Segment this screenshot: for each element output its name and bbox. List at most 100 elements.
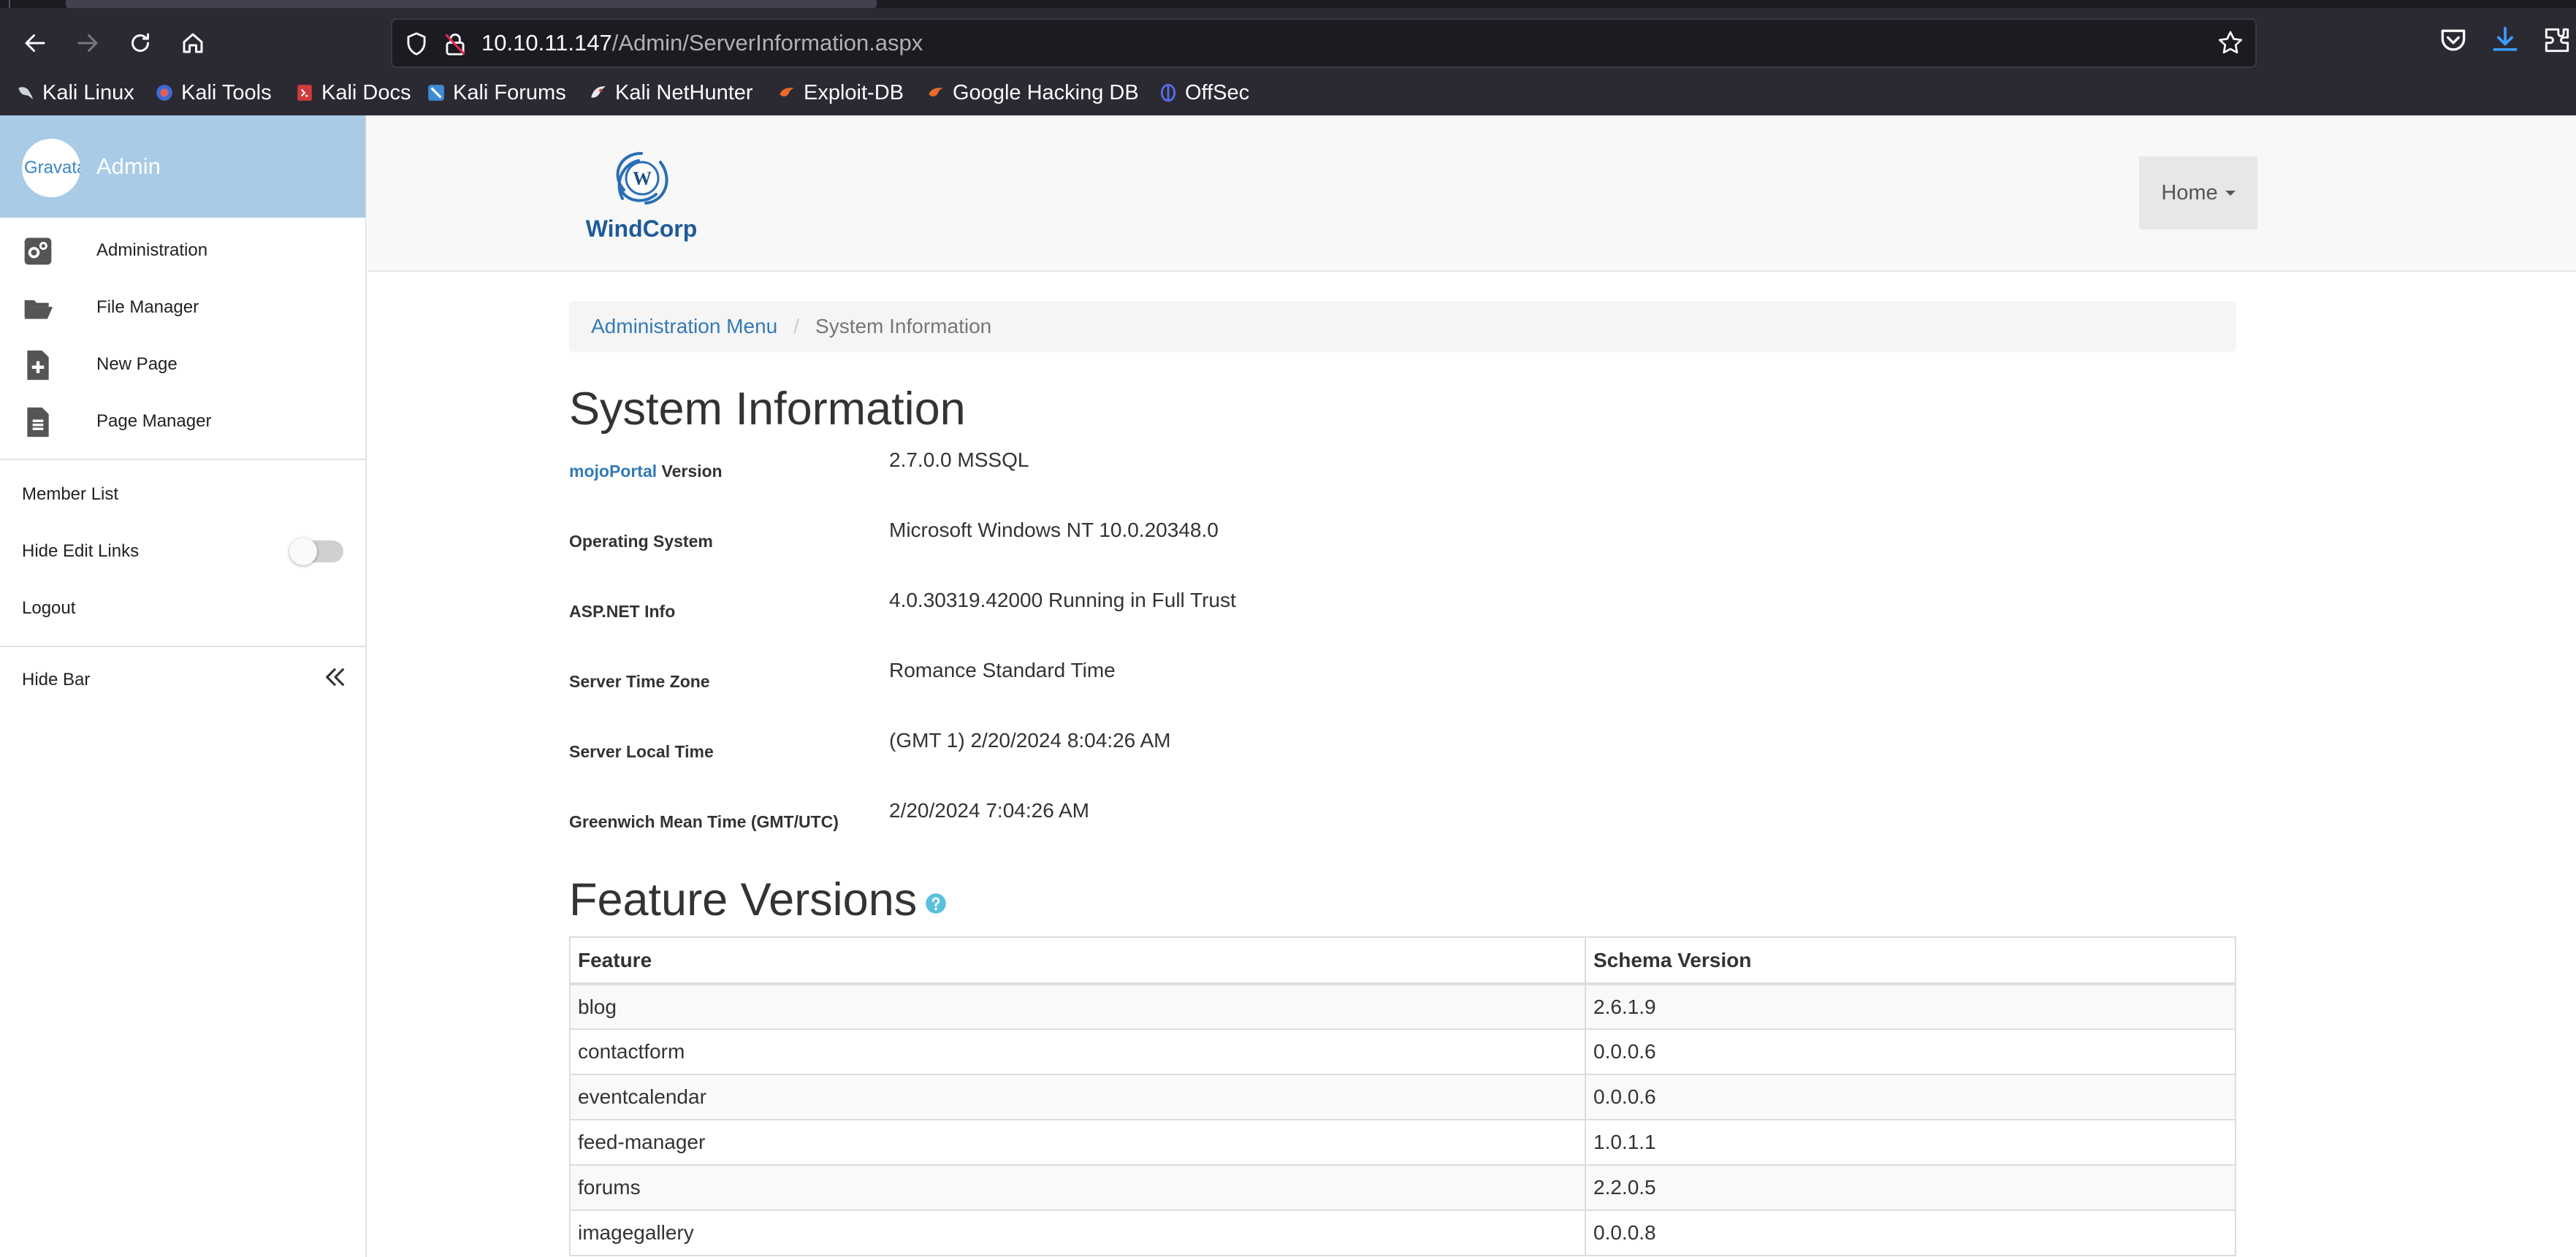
table-row: imagegallery 0.0.0.8 [569, 1210, 2236, 1256]
breadcrumb-separator: / [793, 315, 800, 337]
column-header-schema-version: Schema Version [1585, 936, 2236, 985]
kali-forums-icon [428, 85, 444, 101]
browser-chrome: 10.10.11.147/Admin/ServerInformation.asp… [0, 0, 2576, 115]
kali-docs-icon [297, 85, 312, 101]
reload-button[interactable] [120, 23, 161, 64]
sidebar-user-name[interactable]: Admin [96, 115, 161, 218]
info-value-aspnet: 4.0.30319.42000 Running in Full Trust [889, 589, 1236, 611]
feature-cell: blog [569, 983, 1586, 1030]
hide-edit-links-label: Hide Edit Links [22, 541, 140, 561]
caret-down-icon [2225, 190, 2236, 196]
table-row: contactform 0.0.0.6 [569, 1028, 2236, 1075]
insecure-lock-icon[interactable] [441, 30, 469, 58]
tab-strip [0, 0, 2576, 8]
help-icon[interactable] [925, 893, 947, 914]
sidebar-item-label: Administration [96, 240, 208, 260]
sidebar-item-label: New Page [96, 354, 178, 374]
double-chevron-left-icon[interactable] [323, 665, 348, 689]
mojoportal-link[interactable]: mojoPortal [569, 462, 657, 481]
active-tab[interactable] [66, 0, 877, 8]
exploit-db-icon [780, 88, 794, 97]
breadcrumb-admin-menu-link[interactable]: Administration Menu [591, 315, 777, 338]
admin-sidebar: Gravatar Admin Administration File Manag… [0, 115, 367, 1257]
info-value-version: 2.7.0.0 MSSQL [889, 448, 1029, 471]
sidebar-item-page-manager[interactable]: Page Manager [0, 393, 365, 450]
info-value-local-time: (GMT 1) 2/20/2024 8:04:26 AM [889, 729, 1171, 752]
avatar[interactable]: Gravatar [22, 139, 80, 197]
logo-text: WindCorp [586, 215, 698, 242]
breadcrumb-current: System Information [815, 315, 992, 337]
bookmark-kali-nethunter[interactable]: Kali NetHunter [589, 75, 753, 110]
sidebar-item-label: Page Manager [96, 411, 212, 431]
sidebar-divider [0, 459, 365, 460]
table-row: feed-manager 1.0.1.1 [569, 1119, 2236, 1166]
info-label-gmt: Greenwich Mean Time (GMT/UTC) [569, 812, 839, 831]
bookmark-kali-docs[interactable]: Kali Docs [295, 75, 411, 110]
sidebar-header: Gravatar Admin [0, 115, 365, 218]
schema-version-cell: 1.0.1.1 [1585, 1119, 2236, 1166]
feature-cell: forums [569, 1164, 1586, 1211]
info-value-gmt: 2/20/2024 7:04:26 AM [889, 799, 1089, 822]
back-arrow-icon [25, 34, 45, 52]
bookmarks-toolbar: Kali Linux Kali Tools Kali Docs Kali For… [0, 75, 2576, 115]
home-nav-button[interactable] [172, 23, 213, 64]
page-manager-icon [27, 407, 49, 438]
pocket-icon[interactable] [2437, 24, 2469, 56]
info-label-text: Version [657, 462, 723, 481]
kali-nethunter-icon [591, 86, 606, 98]
logo-mark: W [633, 168, 652, 189]
hide-bar-label[interactable]: Hide Bar [22, 652, 90, 708]
home-label: Home [2161, 180, 2218, 205]
bookmark-google-hacking-db[interactable]: Google Hacking DB [926, 75, 1139, 110]
url-text[interactable]: 10.10.11.147/Admin/ServerInformation.asp… [481, 20, 923, 66]
feature-versions-table: Feature Schema Version blog 2.6.1.9 cont… [569, 936, 2236, 1256]
bookmark-star-icon[interactable] [2216, 28, 2245, 58]
url-path: /Admin/ServerInformation.aspx [611, 30, 923, 56]
sidebar-divider [0, 646, 365, 647]
table-row: blog 2.6.1.9 [569, 983, 2236, 1030]
logout-link[interactable]: Logout [22, 580, 75, 637]
info-label-local-time: Server Local Time [569, 742, 714, 761]
table-header-row: Feature Schema Version [569, 936, 2236, 985]
bookmark-label: Kali Linux [42, 80, 134, 104]
feature-cell: feed-manager [569, 1119, 1586, 1166]
bookmark-label: Exploit-DB [804, 80, 904, 104]
schema-version-cell: 0.0.0.6 [1585, 1028, 2236, 1075]
tab-edge[interactable] [9, 0, 10, 8]
feature-cell: imagegallery [569, 1210, 1586, 1256]
info-value-os: Microsoft Windows NT 10.0.20348.0 [889, 519, 1219, 541]
home-icon [183, 33, 203, 53]
hide-edit-links-toggle[interactable] [289, 538, 343, 565]
forward-button[interactable] [67, 23, 108, 64]
sidebar-item-new-page[interactable]: New Page [0, 336, 365, 393]
offsec-icon [1160, 83, 1176, 102]
downloads-icon[interactable] [2489, 24, 2521, 56]
tracking-shield-icon[interactable] [403, 30, 430, 58]
info-label-version: mojoPortal Version [569, 462, 723, 481]
kali-dragon-icon [18, 87, 33, 99]
bookmark-kali-forums[interactable]: Kali Forums [427, 75, 566, 110]
bookmark-kali-linux[interactable]: Kali Linux [16, 75, 134, 110]
home-dropdown-button[interactable]: Home [2139, 156, 2257, 229]
bookmark-exploit-db[interactable]: Exploit-DB [777, 75, 904, 110]
extensions-icon[interactable] [2541, 24, 2573, 56]
forward-arrow-icon [77, 34, 98, 52]
info-label-aspnet: ASP.NET Info [569, 602, 676, 621]
feature-versions-title: Feature Versions [569, 874, 918, 925]
sidebar-item-administration[interactable]: Administration [0, 222, 365, 279]
feature-cell: contactform [569, 1028, 1586, 1075]
bookmark-label: Kali NetHunter [615, 80, 753, 104]
bookmark-label: Kali Forums [453, 80, 566, 104]
windcorp-logo[interactable]: W WindCorp [576, 143, 707, 245]
url-host: 10.10.11.147 [481, 30, 612, 56]
bookmark-label: OffSec [1185, 80, 1250, 104]
url-bar[interactable]: 10.10.11.147/Admin/ServerInformation.asp… [391, 18, 2257, 68]
ghdb-icon [929, 88, 943, 97]
sidebar-item-file-manager[interactable]: File Manager [0, 279, 365, 336]
member-list-link[interactable]: Member List [22, 466, 118, 523]
back-button[interactable] [15, 23, 56, 64]
browser-toolbar: 10.10.11.147/Admin/ServerInformation.asp… [0, 8, 2576, 75]
sidebar-item-label: File Manager [96, 297, 199, 317]
bookmark-kali-tools[interactable]: Kali Tools [155, 75, 272, 110]
bookmark-offsec[interactable]: OffSec [1159, 75, 1249, 110]
